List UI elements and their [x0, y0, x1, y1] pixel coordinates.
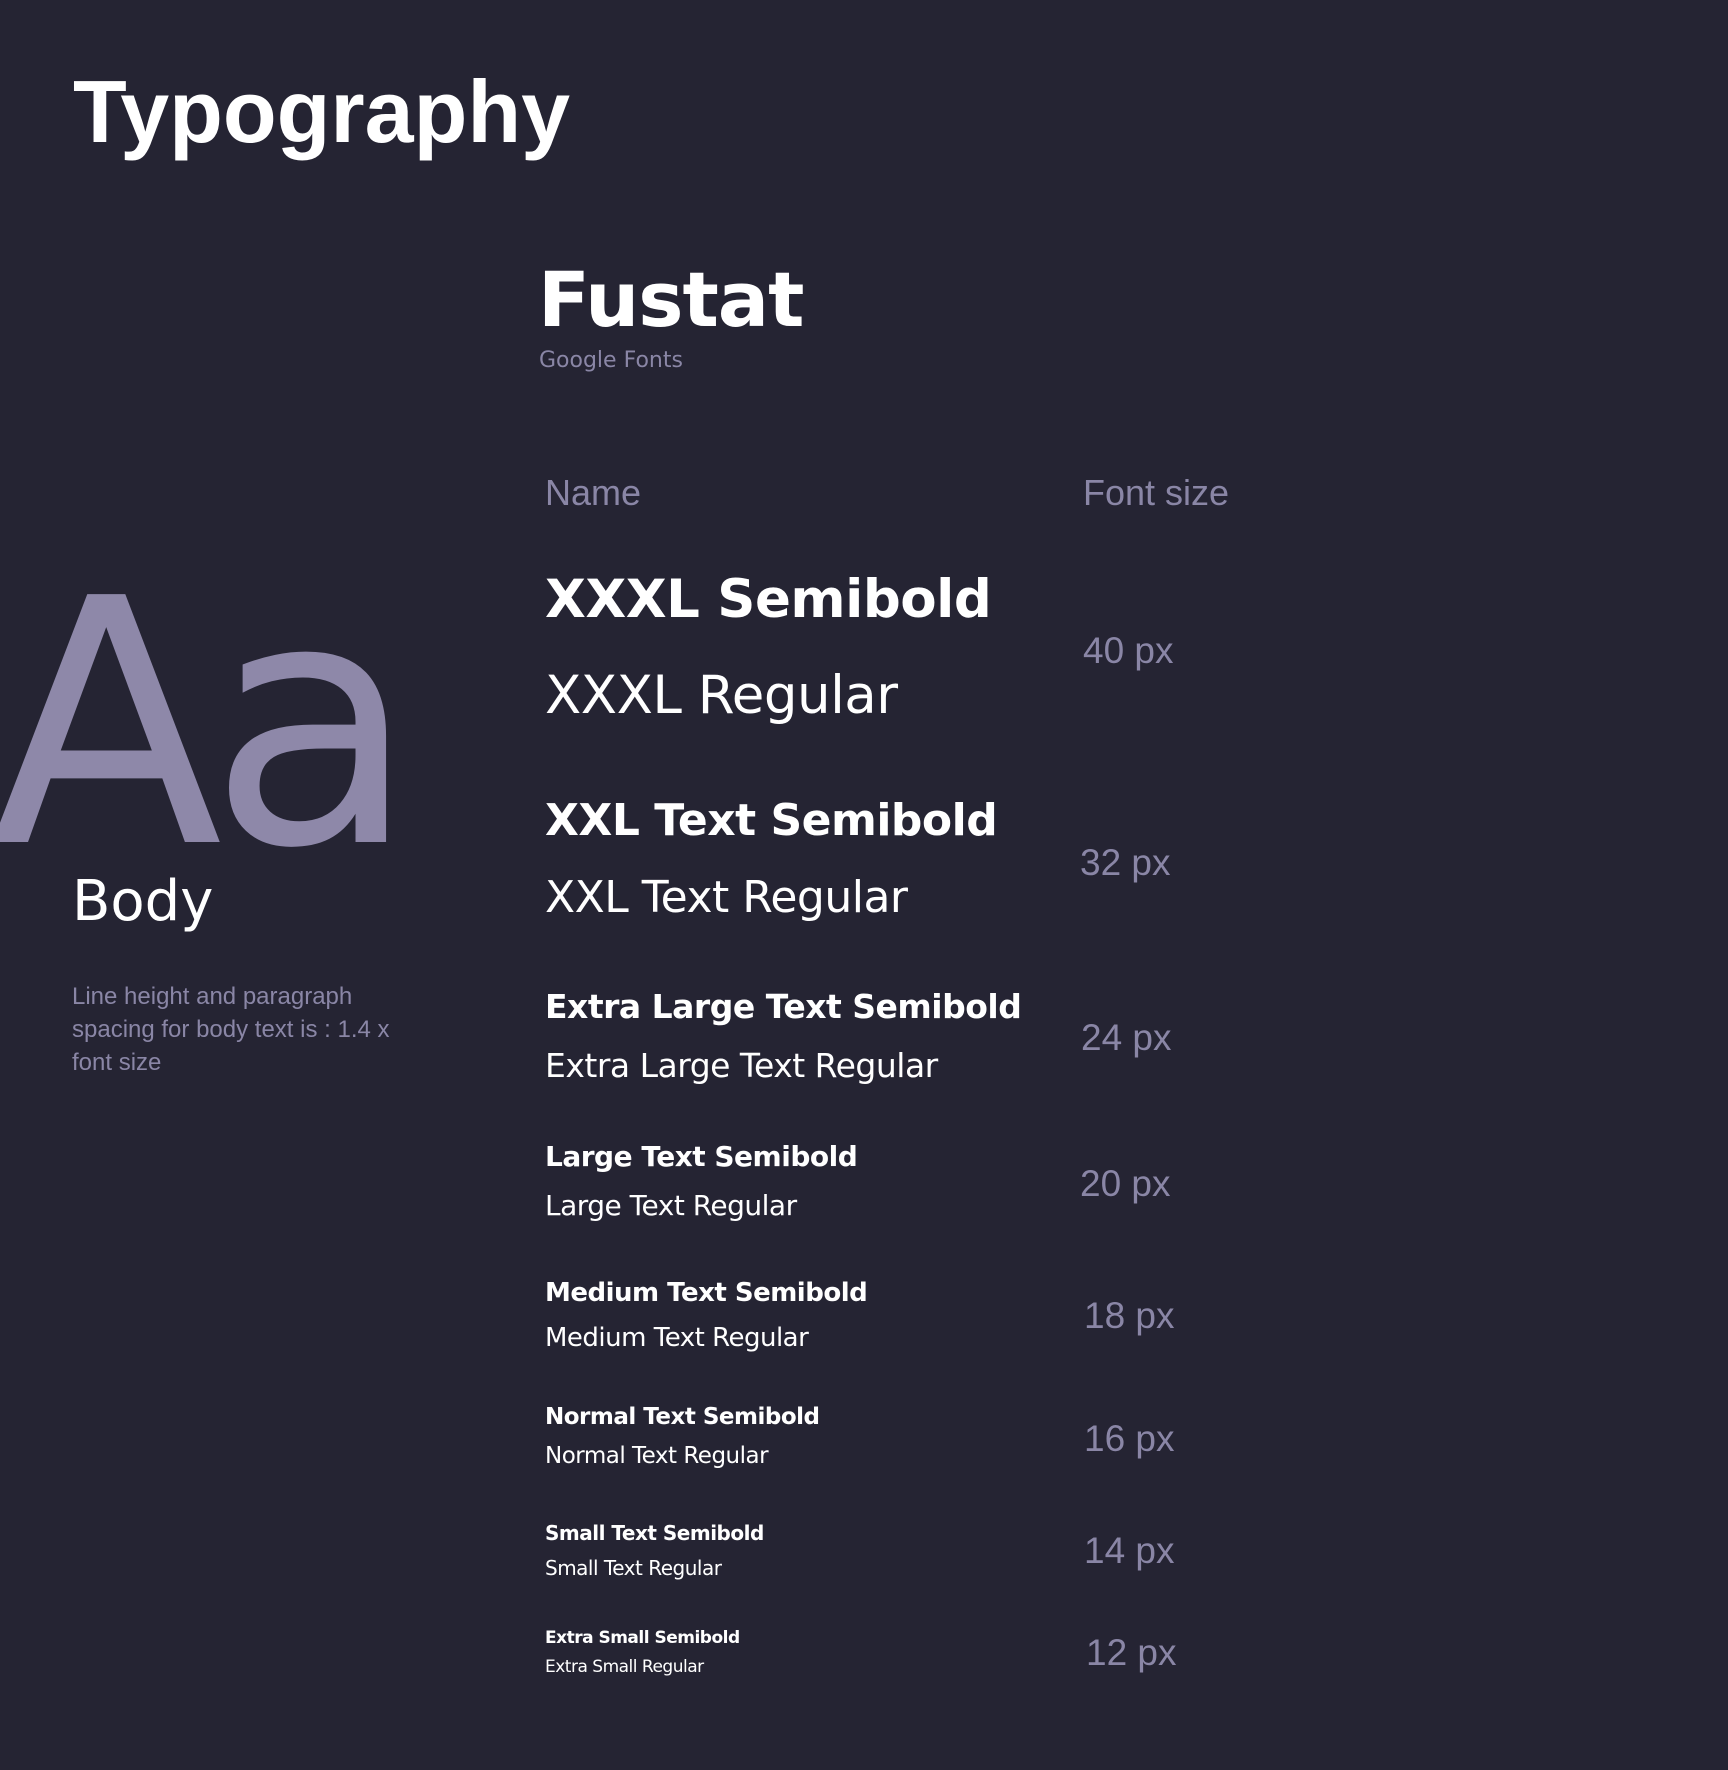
type-size-label: 18 px: [1084, 1295, 1175, 1336]
sample-glyph: Aa: [0, 527, 417, 923]
type-style-regular: Extra Large Text Regular: [545, 1046, 938, 1085]
type-size-label: 12 px: [1086, 1632, 1177, 1673]
font-family-name: Fustat: [538, 255, 804, 344]
type-style-semibold: Normal Text Semibold: [545, 1404, 820, 1430]
type-style-regular: XXXL Regular: [545, 665, 898, 726]
type-size-label: 40 px: [1083, 630, 1174, 671]
column-header-name: Name: [545, 472, 642, 513]
type-style-semibold: Extra Small Semibold: [545, 1628, 740, 1648]
type-style-regular: XXL Text Regular: [545, 872, 908, 923]
page-title: Typography: [73, 62, 571, 161]
type-style-semibold: Medium Text Semibold: [545, 1278, 868, 1308]
type-size-label: 20 px: [1080, 1163, 1171, 1204]
type-style-regular: Large Text Regular: [545, 1189, 797, 1222]
type-style-semibold: Small Text Semibold: [545, 1521, 764, 1545]
section-label: Body: [72, 869, 214, 934]
column-header-font-size: Font size: [1083, 472, 1230, 513]
type-style-regular: Normal Text Regular: [545, 1443, 769, 1469]
type-style-semibold: Large Text Semibold: [545, 1140, 858, 1173]
type-size-label: 32 px: [1080, 842, 1171, 883]
section-note: Line height and paragraph spacing for bo…: [72, 983, 390, 1076]
type-size-label: 14 px: [1084, 1530, 1175, 1571]
type-style-regular: Small Text Regular: [545, 1556, 722, 1580]
type-style-semibold: XXL Text Semibold: [545, 795, 998, 846]
font-source: Google Fonts: [539, 348, 683, 373]
type-style-semibold: XXXL Semibold: [545, 569, 992, 630]
type-size-label: 16 px: [1084, 1418, 1175, 1459]
type-style-regular: Medium Text Regular: [545, 1323, 809, 1353]
type-style-regular: Extra Small Regular: [545, 1657, 704, 1677]
type-style-semibold: Extra Large Text Semibold: [545, 987, 1022, 1026]
type-size-label: 24 px: [1081, 1017, 1172, 1058]
